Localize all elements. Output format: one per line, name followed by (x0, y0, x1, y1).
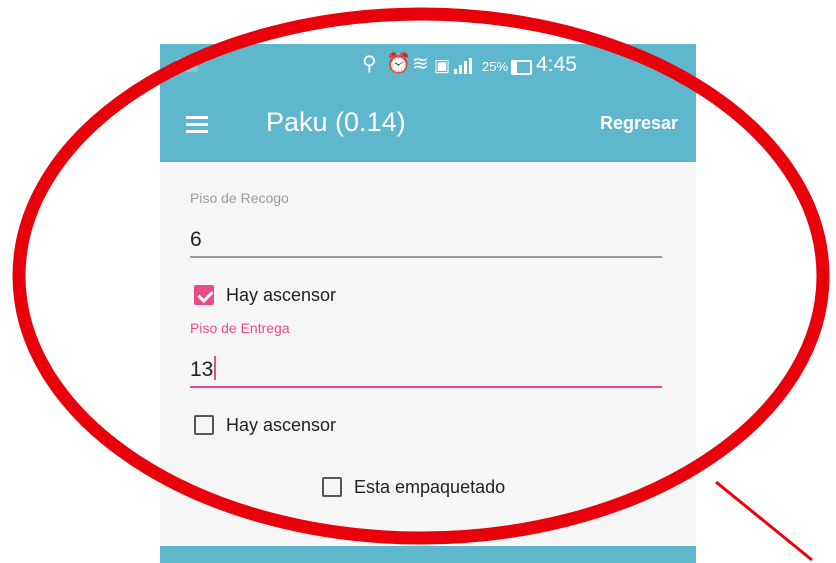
delivery-floor-label: Piso de Entrega (190, 320, 290, 336)
phone-screen: ⚲ ⏰ ≋ ▣ 25% 4:45 Paku (0.14) Regresar Pi… (160, 44, 696, 563)
signal-icon (448, 58, 472, 74)
pickup-floor-label: Piso de Recogo (190, 190, 289, 206)
packaged-label: Esta empaquetado (354, 476, 506, 497)
status-bar: ⚲ ⏰ ≋ ▣ 25% 4:45 (160, 44, 696, 86)
battery-percent: 25% (482, 59, 509, 74)
checkbox-box[interactable] (194, 415, 214, 436)
battery-icon (511, 60, 532, 75)
packaged-checkbox[interactable]: Esta empaquetado (322, 476, 505, 498)
menu-icon[interactable] (186, 116, 208, 133)
checkbox-box[interactable] (194, 285, 214, 306)
pickup-elevator-label: Hay ascensor (226, 284, 337, 305)
notification-icon (176, 58, 198, 72)
checkbox-box[interactable] (322, 477, 342, 498)
bottom-button-bar[interactable] (160, 546, 696, 563)
delivery-elevator-label: Hay ascensor (226, 414, 337, 435)
status-time: 4:45 (536, 53, 577, 76)
delivery-floor-input[interactable]: 13 (190, 356, 217, 382)
pointer-line (715, 480, 813, 562)
delivery-floor-underline (190, 386, 662, 388)
wifi-icon: ≋ (412, 53, 429, 75)
back-button[interactable]: Regresar (600, 113, 678, 134)
pickup-floor-underline (190, 256, 662, 258)
delivery-elevator-checkbox[interactable]: Hay ascensor (194, 414, 336, 436)
text-cursor (214, 356, 217, 380)
alarm-icon: ⏰ (386, 53, 411, 75)
app-title: Paku (0.14) (266, 107, 406, 137)
location-icon: ⚲ (362, 53, 377, 75)
pickup-elevator-checkbox[interactable]: Hay ascensor (194, 284, 336, 306)
delivery-floor-value: 13 (190, 358, 214, 381)
pickup-floor-input[interactable]: 6 (190, 228, 202, 252)
app-bar: Paku (0.14) Regresar (160, 86, 696, 162)
